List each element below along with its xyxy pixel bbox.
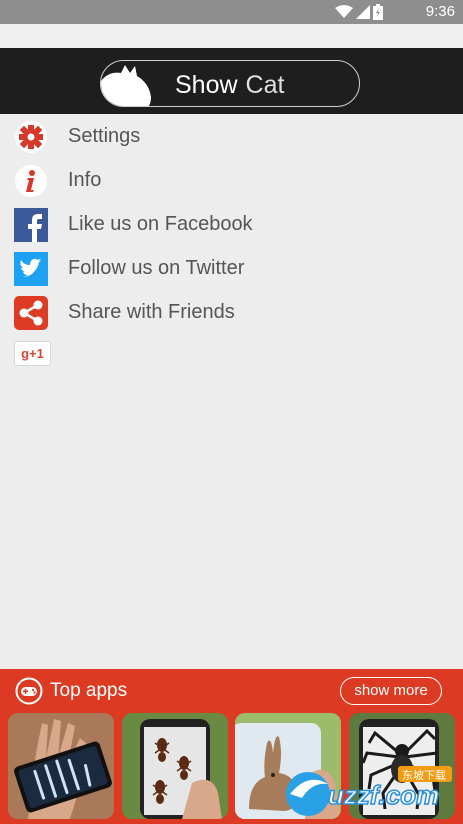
app-title-word1: Show (175, 71, 238, 99)
watermark-text: uzzf.com (328, 780, 439, 810)
menu-item-label: Share with Friends (68, 301, 235, 323)
menu-item-share[interactable]: Share with Friends (0, 291, 463, 335)
top-apps-title: Top apps (50, 680, 128, 701)
battery-icon (373, 4, 383, 20)
gamepad-icon (15, 677, 43, 705)
google-plus-one-button[interactable]: g+1 (14, 341, 51, 366)
facebook-icon (14, 208, 48, 242)
menu-item-label: Info (68, 169, 102, 191)
info-icon (15, 165, 47, 197)
menu-item-settings[interactable]: Settings (0, 115, 463, 159)
status-bar: 9:36 (0, 0, 463, 24)
signal-icon (356, 5, 370, 19)
show-more-button[interactable]: show more (340, 677, 442, 705)
menu-item-info[interactable]: Info (0, 159, 463, 203)
status-icons (335, 4, 383, 20)
watermark-subtext: 东坡下载 (402, 769, 446, 782)
app-title: Show Cat (175, 71, 284, 100)
app-header: Show Cat (0, 48, 463, 114)
uzzf-watermark-logo: uzzf.com 东坡下载 (286, 766, 452, 816)
share-icon (14, 296, 48, 330)
xray-hand-app-icon (8, 713, 114, 819)
app-title-pill[interactable]: Show Cat (100, 60, 360, 107)
clock: 9:36 (425, 3, 455, 20)
menu-item-facebook[interactable]: Like us on Facebook (0, 203, 463, 247)
app-tile-ants[interactable] (122, 713, 228, 819)
cat-logo-icon (101, 65, 151, 106)
app-tile-xray[interactable] (8, 713, 114, 819)
wifi-icon (335, 5, 353, 18)
menu-item-label: Follow us on Twitter (68, 257, 245, 279)
twitter-icon (14, 252, 48, 286)
menu-item-twitter[interactable]: Follow us on Twitter (0, 247, 463, 291)
menu-item-label: Settings (68, 125, 141, 147)
ants-on-phone-app-icon (122, 713, 228, 819)
menu-item-label: Like us on Facebook (68, 213, 253, 235)
app-title-word2: Cat (245, 71, 285, 99)
spacer (0, 24, 463, 48)
gear-icon (15, 121, 47, 153)
